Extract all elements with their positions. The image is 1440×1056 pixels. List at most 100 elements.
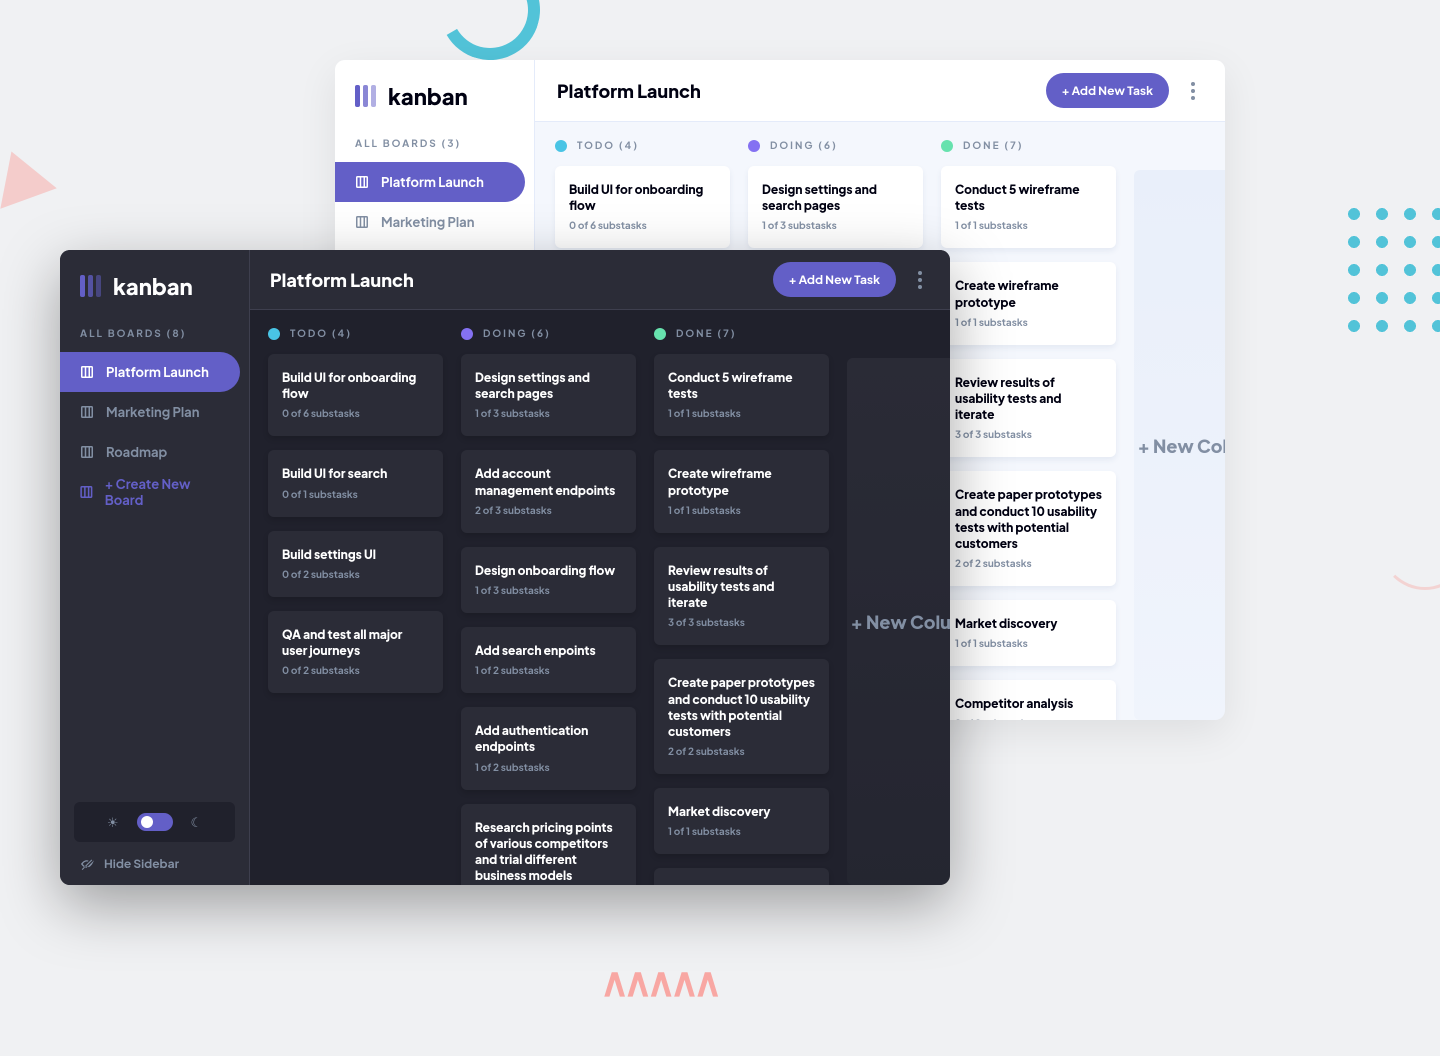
add-task-button[interactable]: + Add New Task (1046, 73, 1169, 108)
brand-name: kanban (113, 272, 193, 300)
header: Platform Launch + Add New Task (535, 60, 1225, 122)
task-card[interactable]: Create wireframe prototype1 of 1 substas… (654, 450, 829, 532)
task-card[interactable]: Competitor analysis2 of 2 substasks (941, 680, 1116, 720)
task-card[interactable]: Add search enpoints1 of 2 substasks (461, 627, 636, 693)
task-title: Competitor analysis (668, 884, 815, 885)
column-name: TODO (4) (290, 328, 352, 340)
task-card[interactable]: Create paper prototypes and conduct 10 u… (941, 471, 1116, 586)
column-header: DONE (7) (654, 328, 829, 340)
task-card[interactable]: Competitor analysis2 of 2 substasks (654, 868, 829, 885)
board-icon (80, 446, 94, 458)
task-title: Build UI for search (282, 466, 429, 482)
board-label: Roadmap (106, 444, 167, 460)
all-boards-label: ALL BOARDS (3) (335, 110, 534, 162)
task-card[interactable]: Create wireframe prototype1 of 1 substas… (941, 262, 1116, 344)
task-title: Build UI for onboarding flow (569, 182, 716, 214)
page-title: Platform Launch (557, 79, 701, 102)
task-card[interactable]: Design onboarding flow1 of 3 substasks (461, 547, 636, 613)
board-label: Platform Launch (106, 364, 209, 380)
task-title: Review results of usability tests and it… (668, 563, 815, 612)
board-icon (80, 486, 93, 498)
task-title: Design onboarding flow (475, 563, 622, 579)
task-card[interactable]: Conduct 5 wireframe tests1 of 1 substask… (654, 354, 829, 436)
task-subtasks-count: 1 of 3 substasks (475, 408, 622, 420)
task-title: Add search enpoints (475, 643, 622, 659)
logo-icon (355, 85, 376, 107)
hide-sidebar-button[interactable]: Hide Sidebar (60, 842, 249, 885)
task-title: Create paper prototypes and conduct 10 u… (668, 675, 815, 740)
sidebar-board-item[interactable]: Marketing Plan (60, 392, 240, 432)
column-color-dot (555, 140, 567, 152)
column-name: DOING (6) (483, 328, 551, 340)
sidebar-board-item[interactable]: Roadmap (60, 432, 240, 472)
board-icon (355, 216, 369, 228)
brand-name: kanban (388, 82, 468, 110)
task-card[interactable]: Build UI for onboarding flow 0 of 6 subst… (555, 166, 730, 248)
page-title: Platform Launch (270, 268, 414, 291)
task-title: Create paper prototypes and conduct 10 u… (955, 487, 1102, 552)
sidebar: kanban ALL BOARDS (8) Platform LaunchMar… (60, 250, 250, 885)
sidebar-board-item[interactable]: Marketing Plan (335, 202, 525, 242)
task-title: Review results of usability tests and it… (955, 375, 1102, 424)
task-card[interactable]: Market discovery 1 of 1 substasks (941, 600, 1116, 666)
new-column-button[interactable]: + New Column (1134, 170, 1225, 720)
task-title: Add authentication endpoints (475, 723, 622, 755)
sidebar-board-item[interactable]: Platform Launch (60, 352, 240, 392)
board-column: TODO (4) Build UI for onboarding flow0 of… (268, 328, 443, 885)
more-options-icon[interactable] (1183, 82, 1203, 100)
task-subtasks-count: 3 of 3 substasks (955, 429, 1102, 441)
column-name: DOING (6) (770, 140, 838, 152)
column-name: DONE (7) (676, 328, 737, 340)
task-card[interactable]: Build settings UI0 of 2 substasks (268, 531, 443, 597)
decorative-dots (1340, 200, 1440, 340)
task-title: Design settings and search pages (762, 182, 909, 214)
board-label: Platform Launch (381, 174, 484, 190)
task-card[interactable]: Review results of usability tests and it… (654, 547, 829, 646)
task-subtasks-count: 1 of 1 substasks (668, 826, 815, 838)
task-card[interactable]: Design settings and search pages1 of 3 s… (748, 166, 923, 248)
task-title: Design settings and search pages (475, 370, 622, 402)
task-card[interactable]: Conduct 5 wireframe tests1 of 1 substask… (941, 166, 1116, 248)
task-subtasks-count: 1 of 1 substasks (955, 638, 1102, 650)
task-card[interactable]: Add authentication endpoints1 of 2 subst… (461, 707, 636, 789)
task-card[interactable]: Add account management endpoints2 of 3 s… (461, 450, 636, 532)
dark-theme-window: kanban ALL BOARDS (8) Platform LaunchMar… (60, 250, 950, 885)
task-card[interactable]: Design settings and search pages 1 of 3 s… (461, 354, 636, 436)
add-task-button[interactable]: + Add New Task (773, 262, 896, 297)
column-header: TODO (4) (555, 140, 730, 152)
board-icon (355, 176, 369, 188)
board-column: DOING (6) Design settings and search page… (461, 328, 636, 885)
task-card[interactable]: QA and test all major user journeys0 of … (268, 611, 443, 693)
column-header: DONE (7) (941, 140, 1116, 152)
column-color-dot (748, 140, 760, 152)
decorative-triangle (0, 141, 57, 209)
task-card[interactable]: Review results of usability tests and it… (941, 359, 1116, 458)
task-card[interactable]: Research pricing points of various compe… (461, 804, 636, 886)
task-title: QA and test all major user journeys (282, 627, 429, 659)
task-title: Add account management endpoints (475, 466, 622, 498)
column-color-dot (461, 328, 473, 340)
task-subtasks-count: 1 of 1 substasks (955, 317, 1102, 329)
task-subtasks-count: 0 of 2 substasks (282, 569, 429, 581)
task-title: Conduct 5 wireframe tests (668, 370, 815, 402)
board-icon (80, 406, 94, 418)
board-label: Marketing Plan (381, 214, 474, 230)
task-card[interactable]: Create paper prototypes and conduct 10 u… (654, 659, 829, 774)
task-subtasks-count: 0 of 6 substasks (569, 220, 716, 232)
moon-icon: ☾ (191, 814, 203, 831)
create-board-button[interactable]: + Create New Board (60, 472, 240, 512)
task-title: Market discovery (955, 616, 1102, 632)
sidebar-board-item[interactable]: Platform Launch (335, 162, 525, 202)
new-column-button[interactable]: + New Column (847, 358, 950, 885)
theme-switch[interactable] (137, 813, 173, 831)
column-color-dot (268, 328, 280, 340)
task-card[interactable]: Market discovery1 of 1 substasks (654, 788, 829, 854)
task-subtasks-count: 2 of 2 substasks (668, 746, 815, 758)
task-title: Competitor analysis (955, 696, 1102, 712)
more-options-icon[interactable] (910, 271, 930, 289)
eye-slash-icon (80, 858, 94, 870)
task-card[interactable]: Build UI for search0 of 1 substasks (268, 450, 443, 516)
logo-icon (80, 275, 101, 297)
task-card[interactable]: Build UI for onboarding flow0 of 6 subst… (268, 354, 443, 436)
column-color-dot (941, 140, 953, 152)
